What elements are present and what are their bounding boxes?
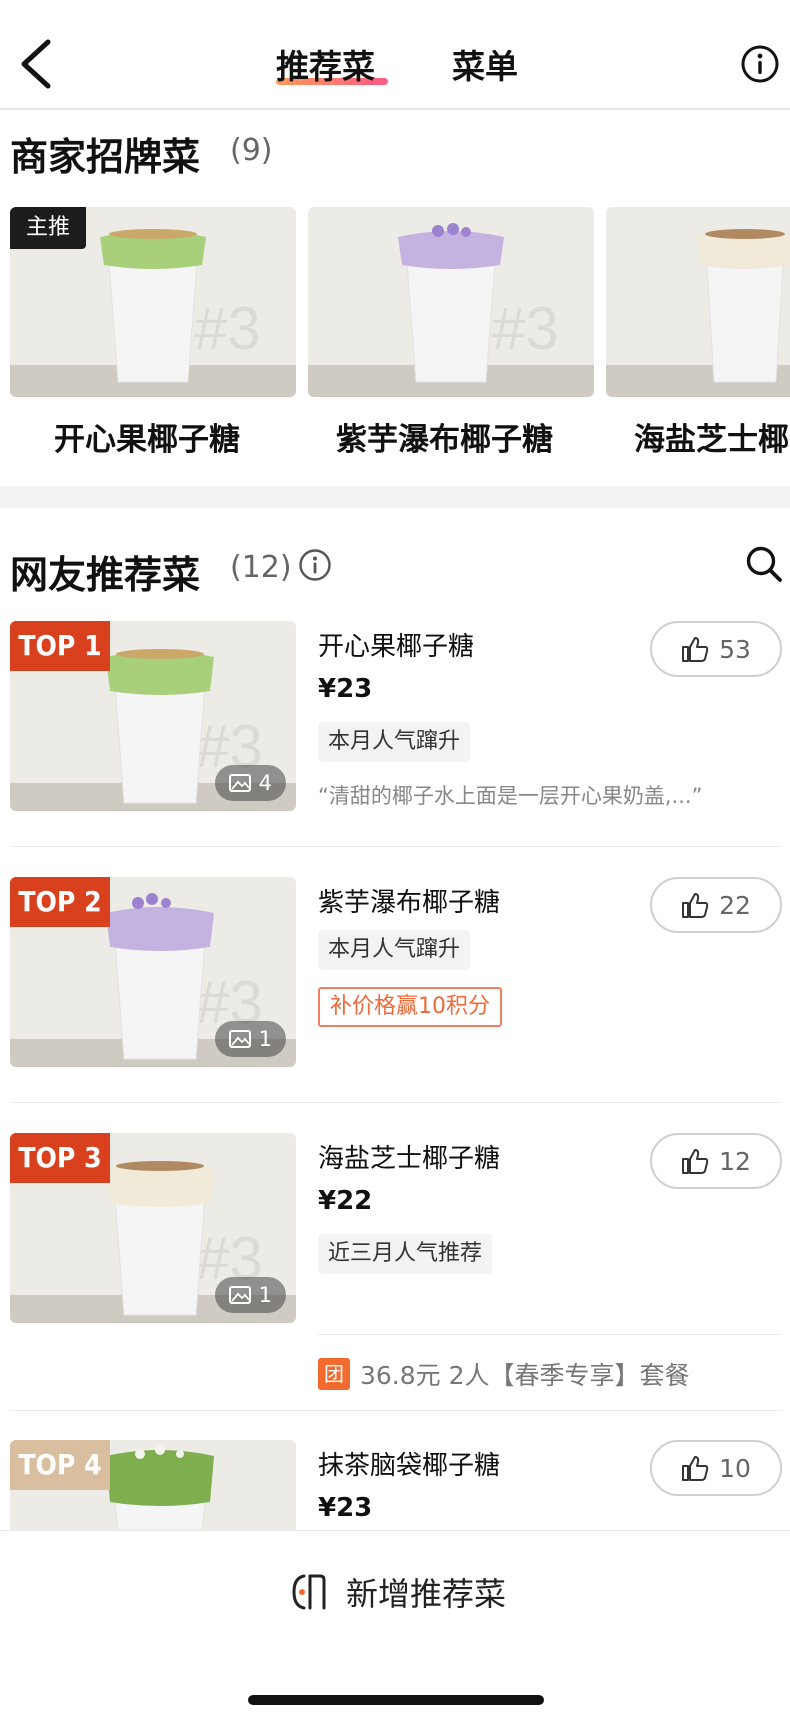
search-icon[interactable] bbox=[744, 544, 784, 584]
featured-badge: 主推 bbox=[10, 207, 86, 249]
top-nav-bar: 推荐菜 菜单 bbox=[0, 0, 790, 110]
photo-count-value: 1 bbox=[258, 1283, 272, 1307]
row-divider bbox=[10, 1102, 782, 1103]
thumbs-up-icon bbox=[682, 1456, 709, 1481]
signature-section-title: 商家招牌菜 bbox=[10, 135, 201, 179]
dish-name[interactable]: 抹茶脑袋椰子糖 bbox=[318, 1445, 500, 1482]
like-count: 22 bbox=[719, 890, 751, 920]
image-icon bbox=[228, 1030, 251, 1048]
like-count: 10 bbox=[719, 1453, 751, 1483]
bottom-action-bar: 新增推荐菜 bbox=[0, 1530, 790, 1712]
signature-item-name[interactable]: 开心果椰子糖 bbox=[54, 414, 240, 459]
photo-count-value: 4 bbox=[258, 771, 272, 795]
dish-price: ¥23 bbox=[318, 674, 373, 704]
photo-count-value: 1 bbox=[258, 1027, 272, 1051]
add-recommended-dish-button[interactable]: 新增推荐菜 bbox=[290, 1569, 506, 1615]
svg-text:#3: #3 bbox=[492, 295, 559, 362]
tab-menu[interactable]: 菜单 bbox=[452, 40, 518, 88]
netizen-section-title: 网友推荐菜 bbox=[10, 553, 201, 597]
rank-badge: TOP 2 bbox=[10, 877, 110, 927]
add-dish-icon bbox=[292, 1574, 326, 1610]
drink-photo bbox=[606, 207, 790, 397]
dish-price: ¥22 bbox=[318, 1186, 373, 1216]
info-icon[interactable] bbox=[740, 44, 780, 84]
dish-image[interactable]: #3 TOP 1 4 bbox=[10, 621, 296, 811]
popularity-tag: 近三月人气推荐 bbox=[318, 1234, 493, 1274]
svg-text:#3: #3 bbox=[194, 295, 261, 362]
image-icon bbox=[228, 774, 251, 792]
row-divider bbox=[10, 1410, 782, 1411]
add-dish-label: 新增推荐菜 bbox=[346, 1575, 507, 1613]
back-arrow-icon[interactable] bbox=[14, 36, 64, 92]
like-button[interactable]: 10 bbox=[650, 1440, 782, 1496]
like-button[interactable]: 22 bbox=[650, 877, 782, 933]
rank-badge: TOP 4 bbox=[10, 1440, 110, 1490]
signature-item-name[interactable]: 海盐芝士椰 bbox=[634, 414, 789, 459]
review-quote[interactable]: “清甜的椰子水上面是一层开心果奶盖,...” bbox=[318, 780, 702, 810]
photo-count[interactable]: 1 bbox=[214, 1277, 286, 1313]
row-divider bbox=[318, 1334, 782, 1335]
image-icon bbox=[228, 1286, 251, 1304]
rank-badge: TOP 3 bbox=[10, 1133, 110, 1183]
rank-badge: TOP 1 bbox=[10, 621, 110, 671]
thumbs-up-icon bbox=[682, 1149, 709, 1174]
dish-name[interactable]: 紫芋瀑布椰子糖 bbox=[318, 882, 500, 919]
signature-card-image[interactable]: #3 bbox=[308, 207, 594, 397]
signature-card-image[interactable]: #3 主推 bbox=[10, 207, 296, 397]
like-button[interactable]: 12 bbox=[650, 1133, 782, 1189]
info-icon[interactable] bbox=[298, 548, 332, 582]
dish-image[interactable]: #3 TOP 2 1 bbox=[10, 877, 296, 1067]
like-button[interactable]: 53 bbox=[650, 621, 782, 677]
signature-card-image[interactable] bbox=[606, 207, 790, 397]
popularity-tag: 本月人气蹿升 bbox=[318, 722, 471, 762]
row-divider bbox=[10, 846, 782, 847]
group-deal-text: 36.8元 2人【春季专享】套餐 bbox=[360, 1361, 690, 1390]
photo-count[interactable]: 1 bbox=[214, 1021, 286, 1057]
tab-recommended[interactable]: 推荐菜 bbox=[276, 40, 375, 88]
netizen-count: (12) bbox=[230, 550, 292, 585]
dish-name[interactable]: 海盐芝士椰子糖 bbox=[318, 1138, 500, 1175]
signature-count: (9) bbox=[230, 133, 273, 168]
dish-image[interactable]: #3 TOP 3 1 bbox=[10, 1133, 296, 1323]
signature-item-name[interactable]: 紫芋瀑布椰子糖 bbox=[336, 414, 553, 459]
group-buy-icon: 团 bbox=[318, 1358, 350, 1390]
photo-count[interactable]: 4 bbox=[214, 765, 286, 801]
like-count: 12 bbox=[719, 1146, 751, 1176]
thumbs-up-icon bbox=[682, 893, 709, 918]
price-points-promo[interactable]: 补价格赢10积分 bbox=[318, 987, 502, 1027]
drink-photo: #3 bbox=[308, 207, 594, 397]
dish-price: ¥23 bbox=[318, 1493, 373, 1523]
dish-image[interactable]: TOP 4 bbox=[10, 1440, 296, 1530]
group-deal-link[interactable]: 团 36.8元 2人【春季专享】套餐 bbox=[318, 1356, 690, 1392]
home-indicator bbox=[248, 1695, 544, 1705]
dish-name[interactable]: 开心果椰子糖 bbox=[318, 626, 474, 663]
like-count: 53 bbox=[719, 634, 751, 664]
popularity-tag: 本月人气蹿升 bbox=[318, 930, 471, 970]
section-divider bbox=[0, 486, 790, 508]
thumbs-up-icon bbox=[682, 637, 709, 662]
